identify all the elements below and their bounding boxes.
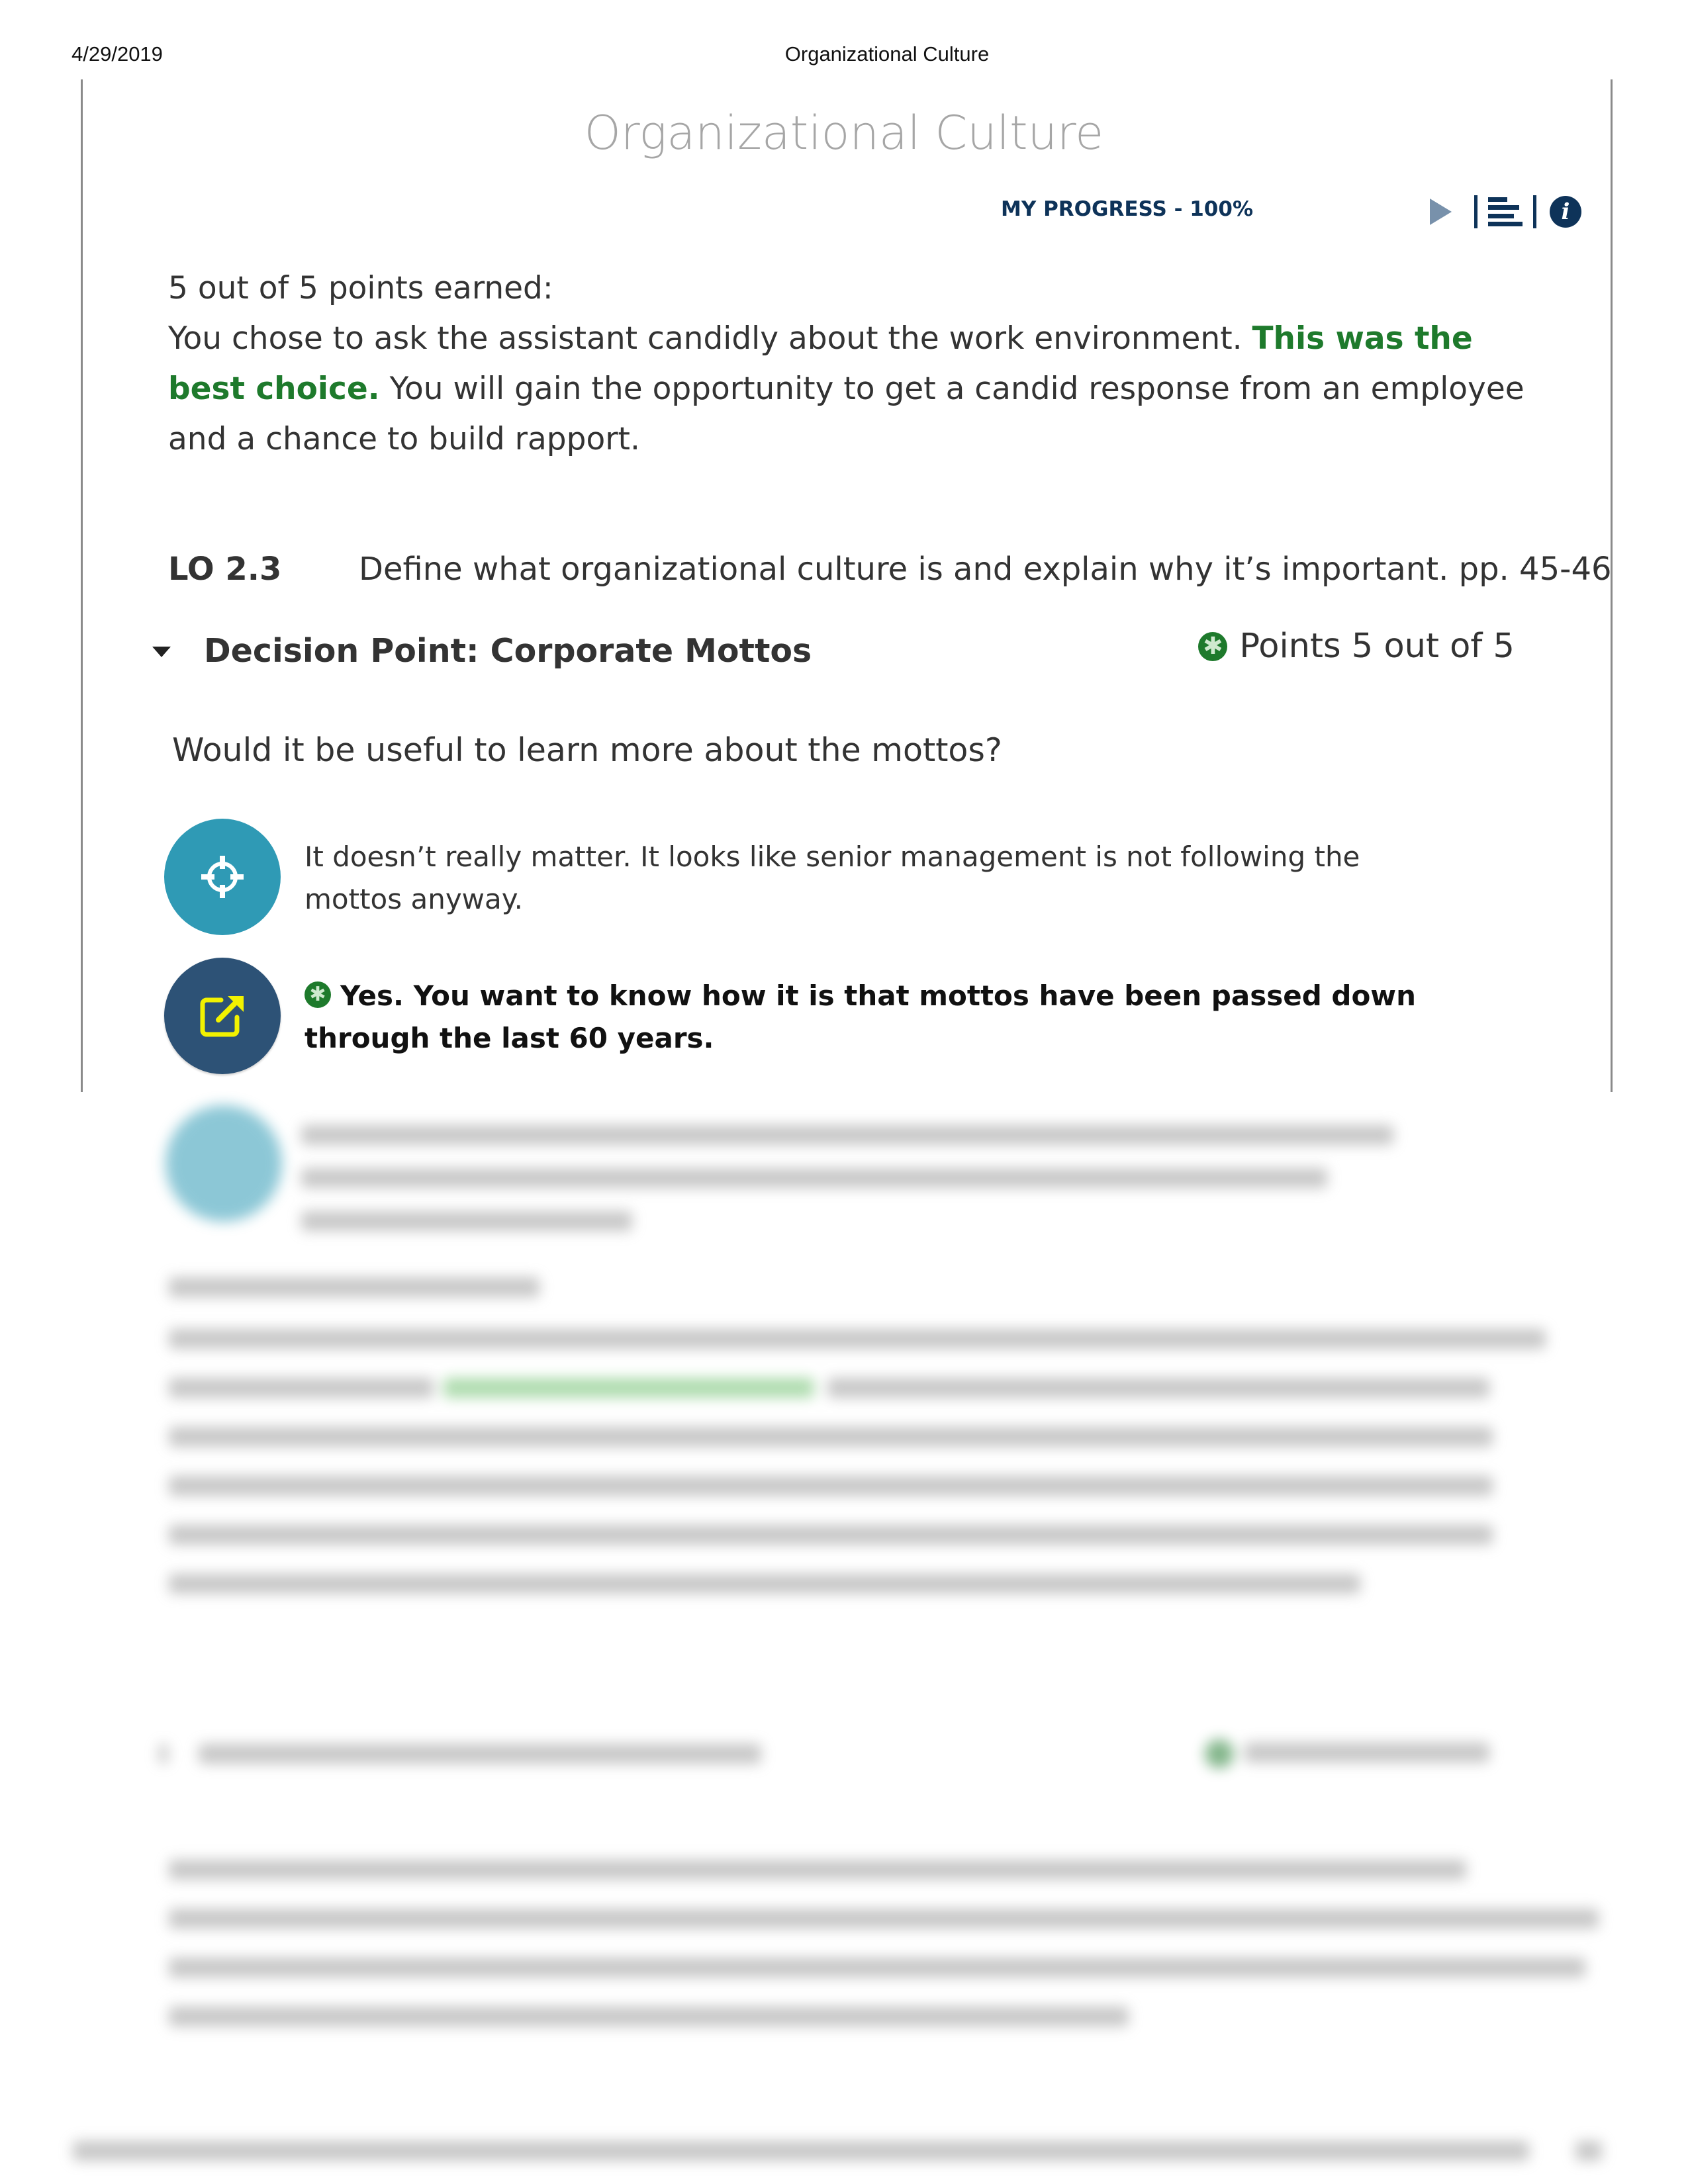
feedback-text-before: You chose to ask the assistant candidly … — [168, 320, 1252, 357]
blurred-caret — [159, 1744, 168, 1764]
blurred-text-line — [169, 1574, 1360, 1594]
blurred-text-line — [169, 1329, 1546, 1349]
option-text: Yes. You want to know how it is that mot… — [305, 975, 1443, 1060]
blurred-text-line — [301, 1125, 1393, 1145]
blurred-text-line — [169, 1860, 1466, 1880]
score-line: 5 out of 5 points earned: — [168, 270, 553, 306]
points-label: Points 5 out of 5 — [1239, 627, 1515, 666]
blurred-heading — [199, 1744, 761, 1764]
lo-code: LO 2.3 — [168, 551, 282, 588]
feedback-text: You chose to ask the assistant candidly … — [168, 314, 1525, 465]
points-badge: Points 5 out of 5 — [1198, 627, 1515, 666]
answer-option[interactable]: It doesn’t really matter. It looks like … — [164, 819, 1443, 935]
blurred-text-line — [301, 1168, 1327, 1188]
collapse-caret-icon[interactable] — [152, 647, 171, 657]
toolbar: i — [1430, 192, 1581, 232]
toolbar-divider — [1533, 195, 1536, 228]
blurred-text-line — [169, 1525, 1493, 1545]
blurred-text-line — [169, 1958, 1585, 1978]
toolbar-divider — [1474, 195, 1477, 228]
learning-objective: LO 2.3 Define what organizational cultur… — [168, 551, 1612, 588]
blurred-text-line — [169, 1476, 1493, 1496]
frame-border-left — [81, 79, 83, 1092]
blurred-preview-region — [73, 1085, 1615, 2184]
correct-star-icon — [305, 981, 331, 1008]
blurred-text-line — [169, 1427, 1493, 1447]
question-text: Would it be useful to learn more about t… — [172, 731, 1002, 769]
blurred-text-line — [301, 1211, 632, 1231]
external-link-icon — [200, 996, 244, 1037]
play-icon[interactable] — [1430, 199, 1452, 225]
blurred-text-line — [169, 1378, 434, 1398]
blurred-print-footer — [73, 2141, 1529, 2161]
blurred-text-line — [169, 2007, 1129, 2026]
answer-option-selected[interactable]: Yes. You want to know how it is that mot… — [164, 958, 1443, 1074]
blurred-text-line — [827, 1378, 1489, 1398]
option-text-content: Yes. You want to know how it is that mot… — [305, 979, 1416, 1054]
page-title: Organizational Culture — [584, 106, 1104, 160]
feedback-block: 5 out of 5 points earned: You chose to a… — [168, 263, 1525, 465]
blurred-text-line — [169, 1909, 1599, 1929]
blurred-text-line — [169, 1277, 539, 1297]
blurred-points-label — [1244, 1743, 1489, 1762]
blurred-points-icon — [1205, 1739, 1234, 1768]
option-text: It doesn’t really matter. It looks like … — [305, 841, 1360, 915]
decision-point-header[interactable]: Decision Point: Corporate Mottos Points … — [151, 627, 1515, 685]
menu-list-icon[interactable] — [1488, 197, 1523, 226]
print-title: Organizational Culture — [784, 42, 990, 66]
blurred-page-number — [1575, 2141, 1602, 2161]
decision-point-title: Decision Point: Corporate Mottos — [204, 632, 812, 670]
lo-text: Define what organizational culture is an… — [359, 551, 1612, 588]
option-button[interactable] — [164, 819, 281, 935]
crosshair-icon — [201, 856, 244, 898]
info-icon[interactable]: i — [1550, 196, 1581, 228]
blurred-option-icon — [165, 1105, 282, 1222]
option-button[interactable] — [164, 958, 281, 1074]
points-star-icon — [1198, 631, 1228, 661]
blurred-highlight-line — [444, 1378, 814, 1398]
print-header: 4/29/2019 Organizational Culture — [0, 40, 1688, 66]
progress-indicator: MY PROGRESS - 100% — [1001, 197, 1254, 221]
